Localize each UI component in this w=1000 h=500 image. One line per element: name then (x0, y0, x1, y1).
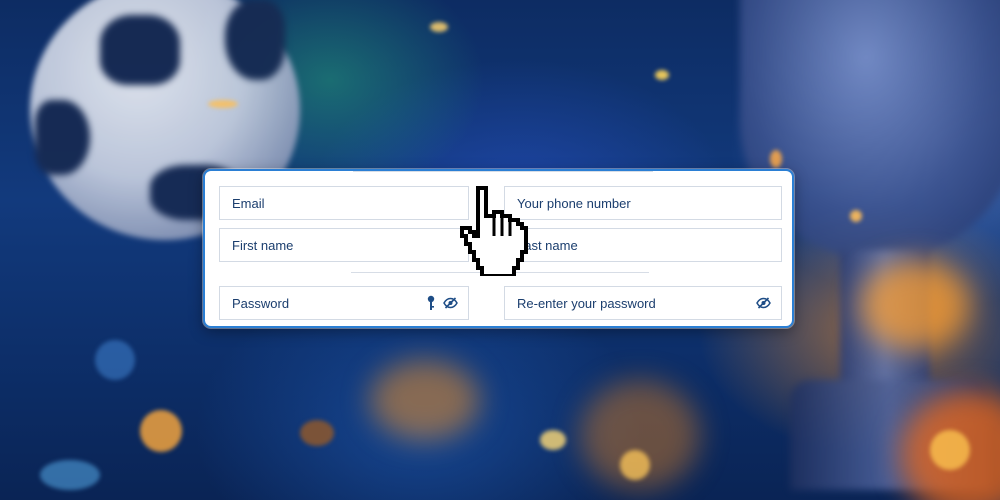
eye-slash-icon[interactable] (443, 297, 458, 309)
password-placeholder: Password (232, 295, 290, 311)
divider-top (353, 171, 653, 172)
email-placeholder: Email (232, 195, 265, 211)
phone-number-field[interactable]: Your phone number (504, 186, 782, 220)
bokeh-particle (40, 460, 100, 490)
fire-glow (370, 360, 480, 440)
last-name-field[interactable]: Last name (504, 228, 782, 262)
bokeh-particle (300, 420, 334, 446)
password-field-icons (427, 287, 458, 319)
bokeh-particle (430, 22, 448, 32)
bokeh-particle (850, 210, 862, 222)
email-field[interactable]: Email (219, 186, 469, 220)
fire-glow (860, 260, 970, 350)
first-name-field[interactable]: First name (219, 228, 469, 262)
reenter-password-placeholder: Re-enter your password (517, 295, 656, 311)
first-name-placeholder: First name (232, 237, 294, 253)
password-field[interactable]: Password (219, 286, 469, 320)
background-scene: Email Your phone number First name Last … (0, 0, 1000, 500)
bokeh-particle (95, 340, 135, 380)
bokeh-particle (770, 150, 782, 168)
reenter-password-field[interactable]: Re-enter your password (504, 286, 782, 320)
bokeh-particle (620, 450, 650, 480)
bokeh-particle (140, 410, 182, 452)
bokeh-particle (208, 100, 238, 108)
reenter-password-field-icons (756, 287, 771, 319)
eye-slash-icon[interactable] (756, 297, 771, 309)
bokeh-particle (540, 430, 566, 450)
key-icon[interactable] (427, 295, 435, 311)
bokeh-particle (655, 70, 669, 80)
hand-pointer-icon (458, 184, 542, 278)
bokeh-particle (930, 430, 970, 470)
